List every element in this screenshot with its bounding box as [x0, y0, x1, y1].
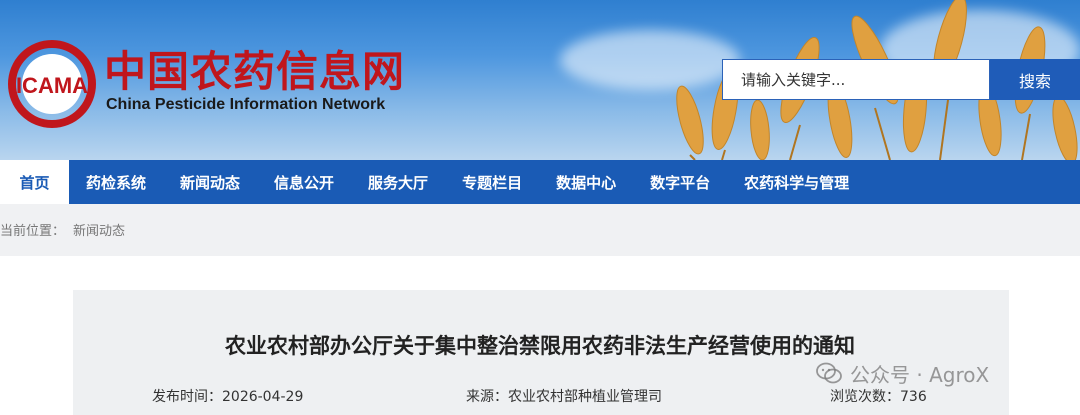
publish-label: 发布时间：: [152, 389, 222, 405]
watermark-text: 公众号 · AgroX: [850, 362, 990, 387]
nav-item-digital-platform[interactable]: 数字平台: [633, 160, 727, 204]
site-subtitle: China Pesticide Information Network: [106, 96, 386, 113]
publish-date: 2026-04-29: [222, 389, 304, 405]
nav-item-inspection-system[interactable]: 药检系统: [69, 160, 163, 204]
search-button[interactable]: 搜索: [990, 59, 1080, 100]
search-box: [722, 59, 990, 100]
source-value: 农业农村部种植业管理司: [508, 389, 662, 405]
header-banner: ICAMA 中国农药信息网 China Pesticide Informatio…: [0, 0, 1080, 160]
site-title: 中国农药信息网: [104, 47, 406, 96]
nav-item-home[interactable]: 首页: [0, 160, 69, 204]
article-title: 农业农村部办公厅关于集中整治禁限用农药非法生产经营使用的通知: [225, 334, 855, 358]
source-label: 来源：: [466, 389, 508, 405]
nav-item-info-disclosure[interactable]: 信息公开: [257, 160, 351, 204]
nav-item-data-center[interactable]: 数据中心: [539, 160, 633, 204]
breadcrumb: 当前位置： 新闻动态: [0, 204, 1080, 254]
nav-item-news[interactable]: 新闻动态: [163, 160, 257, 204]
logo-text: ICAMA: [16, 73, 88, 98]
search-input[interactable]: [741, 70, 989, 89]
publish-time: 发布时间：2026-04-29: [152, 386, 303, 406]
icama-logo: ICAMA: [8, 40, 96, 128]
view-count: 浏览次数：736: [830, 386, 927, 406]
breadcrumb-prefix: 当前位置：: [0, 223, 66, 239]
main-nav: 首页 药检系统 新闻动态 信息公开 服务大厅 专题栏目 数据中心 数字平台 农药…: [0, 160, 1080, 204]
nav-item-special-topics[interactable]: 专题栏目: [445, 160, 539, 204]
nav-item-pesticide-science[interactable]: 农药科学与管理: [727, 160, 866, 204]
watermark: 公众号 · AgroX: [816, 358, 989, 388]
views-value: 736: [900, 389, 927, 405]
wechat-icon: [816, 362, 842, 384]
nav-item-service-hall[interactable]: 服务大厅: [351, 160, 445, 204]
article-source: 来源：农业农村部种植业管理司: [466, 386, 662, 406]
views-label: 浏览次数：: [830, 389, 900, 405]
breadcrumb-current[interactable]: 新闻动态: [73, 220, 125, 239]
